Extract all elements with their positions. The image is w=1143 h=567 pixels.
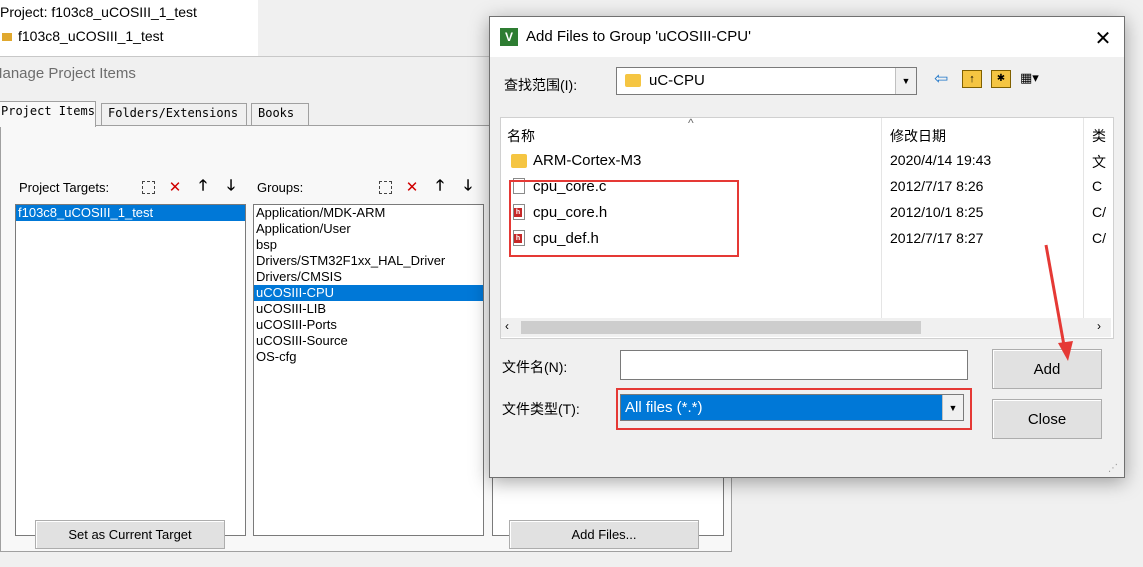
- folder-icon: [625, 74, 641, 87]
- column-type-header[interactable]: 类: [1092, 126, 1106, 146]
- delete-group-icon[interactable]: ✕: [402, 177, 422, 197]
- column-date-header[interactable]: 修改日期: [890, 126, 946, 146]
- back-arrow-icon[interactable]: ⇦: [934, 69, 948, 89]
- project-targets-label: Project Targets:: [19, 180, 110, 195]
- targets-listbox[interactable]: f103c8_uCOSIII_1_test: [15, 204, 246, 536]
- filename-label: 文件名(N):: [502, 359, 568, 375]
- file-type: 文: [1092, 154, 1106, 170]
- tab-project-items[interactable]: Project Items: [0, 101, 96, 127]
- dialog-title: Add Files to Group 'uCOSIII-CPU': [526, 28, 751, 45]
- file-date: 2012/7/17 8:27: [890, 230, 984, 246]
- list-item[interactable]: Application/User: [254, 221, 483, 237]
- folder-icon: [2, 33, 12, 41]
- list-item[interactable]: uCOSIII-Source: [254, 333, 483, 349]
- list-item[interactable]: uCOSIII-CPU: [254, 285, 483, 301]
- new-folder-icon[interactable]: ✱: [991, 70, 1011, 88]
- column-name-header[interactable]: 名称: [507, 126, 535, 146]
- look-in-label: 查找范围(I):: [504, 77, 578, 93]
- title-bar: V Add Files to Group 'uCOSIII-CPU' ✕: [490, 17, 1124, 57]
- list-item[interactable]: OS-cfg: [254, 349, 483, 365]
- keil-app-icon: V: [500, 28, 518, 46]
- up-folder-icon[interactable]: ↑: [962, 70, 982, 88]
- move-down-target-icon[interactable]: 🡓: [221, 177, 241, 197]
- look-in-combobox[interactable]: uC-CPU ▼: [616, 67, 917, 95]
- list-item[interactable]: Drivers/CMSIS: [254, 269, 483, 285]
- chevron-down-icon[interactable]: ▼: [895, 68, 916, 94]
- view-menu-icon[interactable]: ▦▾: [1020, 70, 1050, 86]
- close-button[interactable]: Close: [992, 399, 1102, 439]
- annotation-highlight-box: [616, 388, 972, 430]
- target-tree-label: f103c8_uCOSIII_1_test: [18, 28, 164, 44]
- new-group-icon[interactable]: [375, 177, 395, 197]
- file-type: C: [1092, 178, 1103, 194]
- sort-up-icon: ^: [688, 117, 694, 130]
- file-name: ARM-Cortex-M3: [533, 152, 642, 169]
- list-item[interactable]: Drivers/STM32F1xx_HAL_Driver: [254, 253, 483, 269]
- folder-icon: [511, 154, 527, 168]
- list-item[interactable]: uCOSIII-LIB: [254, 301, 483, 317]
- scrollbar-thumb[interactable]: [521, 321, 921, 334]
- list-item[interactable]: uCOSIII-Ports: [254, 317, 483, 333]
- file-type: C/: [1092, 204, 1106, 220]
- file-date: 2012/7/17 8:26: [890, 178, 984, 194]
- dialog-title: Manage Project Items: [0, 65, 136, 82]
- scroll-left-icon[interactable]: ‹: [505, 319, 509, 333]
- move-down-group-icon[interactable]: 🡓: [458, 177, 478, 197]
- add-files-button[interactable]: Add Files...: [509, 520, 699, 549]
- groups-listbox[interactable]: Application/MDK-ARM Application/User bsp Dr…: [253, 204, 484, 536]
- list-item[interactable]: Application/MDK-ARM: [254, 205, 483, 221]
- list-item[interactable]: bsp: [254, 237, 483, 253]
- annotation-highlight-box: [509, 180, 739, 257]
- annotation-arrow: [1044, 244, 1073, 361]
- new-target-icon[interactable]: [138, 177, 158, 197]
- groups-label: Groups:: [257, 180, 304, 195]
- resize-grip-icon[interactable]: ⋰: [1108, 463, 1122, 477]
- file-date: 2012/10/1 8:25: [890, 204, 984, 220]
- file-row[interactable]: ARM-Cortex-M3 2020/4/14 19:43 文: [501, 148, 1111, 174]
- tab-books[interactable]: Books: [251, 103, 309, 125]
- set-current-target-button[interactable]: Set as Current Target: [35, 520, 225, 549]
- tab-folders-extensions[interactable]: Folders/Extensions: [101, 103, 247, 125]
- move-up-target-icon[interactable]: 🡑: [193, 177, 213, 197]
- delete-target-icon[interactable]: ✕: [165, 177, 185, 197]
- project-name-line: Project: f103c8_uCOSIII_1_test: [0, 4, 197, 20]
- file-date: 2020/4/14 19:43: [890, 152, 992, 168]
- filetype-label: 文件类型(T):: [502, 401, 580, 417]
- filename-input[interactable]: [620, 350, 968, 380]
- move-up-group-icon[interactable]: 🡑: [430, 177, 450, 197]
- look-in-value: uC-CPU: [649, 72, 705, 89]
- list-item[interactable]: f103c8_uCOSIII_1_test: [16, 205, 245, 221]
- project-tree-background: Project: f103c8_uCOSIII_1_test f103c8_uC…: [0, 0, 258, 60]
- add-files-dialog: V Add Files to Group 'uCOSIII-CPU' ✕ 查找范…: [489, 16, 1125, 478]
- target-tree-item[interactable]: f103c8_uCOSIII_1_test: [2, 28, 164, 44]
- close-icon[interactable]: ✕: [1090, 25, 1116, 51]
